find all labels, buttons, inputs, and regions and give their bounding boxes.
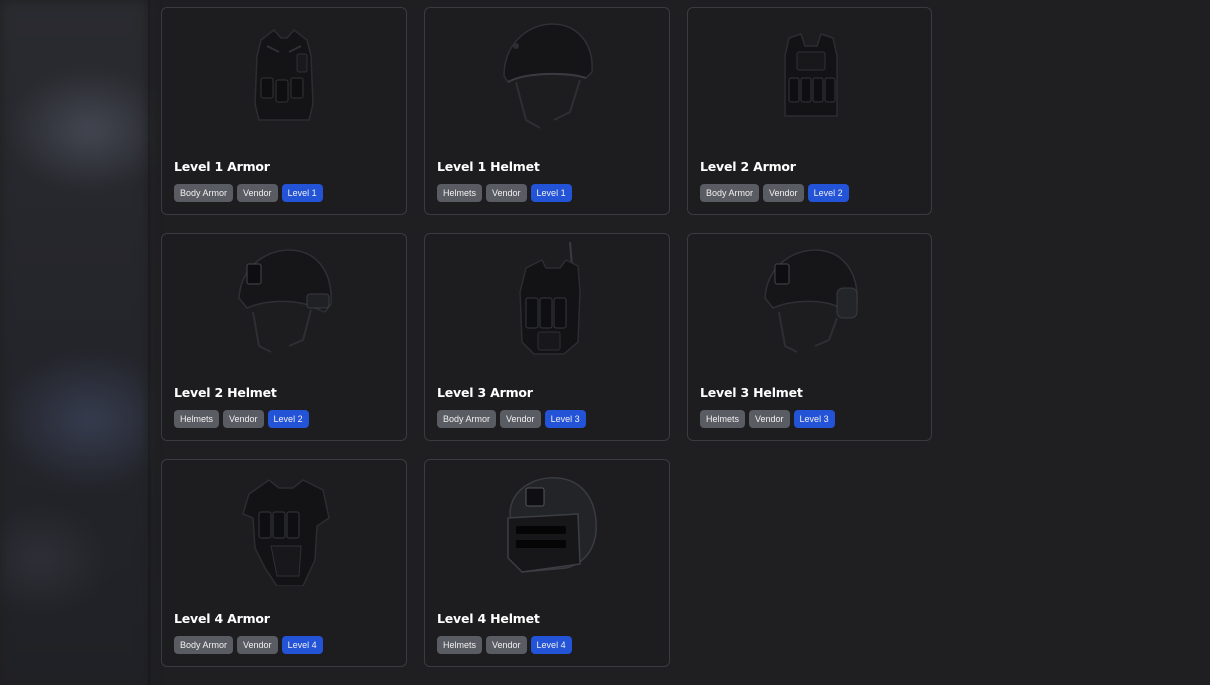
armor-vest-image [254, 28, 314, 121]
item-title: Level 1 Helmet [437, 159, 540, 174]
item-card[interactable]: Level 4 Helmet Helmets Vendor Level 4 [424, 459, 670, 667]
tag-list: Body Armor Vendor Level 3 [437, 410, 586, 428]
helmet-image [507, 477, 597, 573]
source-tag: Vendor [500, 410, 541, 428]
tag-list: Helmets Vendor Level 2 [174, 410, 309, 428]
armor-vest-image [519, 242, 581, 355]
source-tag: Vendor [237, 184, 278, 202]
item-card[interactable]: Level 2 Armor Body Armor Vendor Level 2 [687, 7, 932, 215]
source-tag: Vendor [749, 410, 790, 428]
level-tag: Level 1 [281, 184, 323, 202]
level-tag: Level 2 [807, 184, 849, 202]
level-tag: Level 2 [267, 410, 309, 428]
level-tag: Level 4 [530, 636, 572, 654]
tag-list: Helmets Vendor Level 1 [437, 184, 572, 202]
item-card[interactable]: Level 3 Helmet Helmets Vendor Level 3 [687, 233, 932, 441]
category-tag: Helmets [437, 184, 483, 202]
item-card[interactable]: Level 1 Armor Body Armor Vendor Level 1 [161, 7, 407, 215]
source-tag: Vendor [223, 410, 264, 428]
armor-grid: Level 1 Armor Body Armor Vendor Level 1 … [161, 7, 932, 667]
item-title: Level 2 Armor [700, 159, 796, 174]
sidebar-edge-shadow [148, 0, 152, 685]
item-card[interactable]: Level 2 Helmet Helmets Vendor Level 2 [161, 233, 407, 441]
item-card[interactable]: Level 3 Armor Body Armor Vendor Level 3 [424, 233, 670, 441]
category-tag: Body Armor [174, 184, 234, 202]
item-title: Level 4 Armor [174, 611, 270, 626]
item-title: Level 2 Helmet [174, 385, 277, 400]
tag-list: Helmets Vendor Level 3 [700, 410, 835, 428]
source-tag: Vendor [486, 636, 527, 654]
item-title: Level 3 Armor [437, 385, 533, 400]
item-card[interactable]: Level 1 Helmet Helmets Vendor Level 1 [424, 7, 670, 215]
category-tag: Body Armor [700, 184, 760, 202]
level-tag: Level 1 [530, 184, 572, 202]
source-tag: Vendor [763, 184, 804, 202]
source-tag: Vendor [486, 184, 527, 202]
tag-list: Helmets Vendor Level 4 [437, 636, 572, 654]
helmet-image [238, 249, 332, 353]
category-tag: Body Armor [437, 410, 497, 428]
helmet-image [763, 249, 858, 353]
category-tag: Helmets [174, 410, 220, 428]
blurred-sidebar-background [0, 0, 148, 685]
armor-vest-image [242, 479, 330, 586]
item-title: Level 4 Helmet [437, 611, 540, 626]
level-tag: Level 4 [281, 636, 323, 654]
level-tag: Level 3 [544, 410, 586, 428]
tag-list: Body Armor Vendor Level 1 [174, 184, 323, 202]
helmet-image [503, 23, 593, 129]
item-card[interactable]: Level 4 Armor Body Armor Vendor Level 4 [161, 459, 407, 667]
level-tag: Level 3 [793, 410, 835, 428]
category-tag: Helmets [437, 636, 483, 654]
item-title: Level 3 Helmet [700, 385, 803, 400]
item-title: Level 1 Armor [174, 159, 270, 174]
source-tag: Vendor [237, 636, 278, 654]
category-tag: Helmets [700, 410, 746, 428]
armor-vest-image [783, 33, 838, 117]
tag-list: Body Armor Vendor Level 2 [700, 184, 849, 202]
category-tag: Body Armor [174, 636, 234, 654]
tag-list: Body Armor Vendor Level 4 [174, 636, 323, 654]
